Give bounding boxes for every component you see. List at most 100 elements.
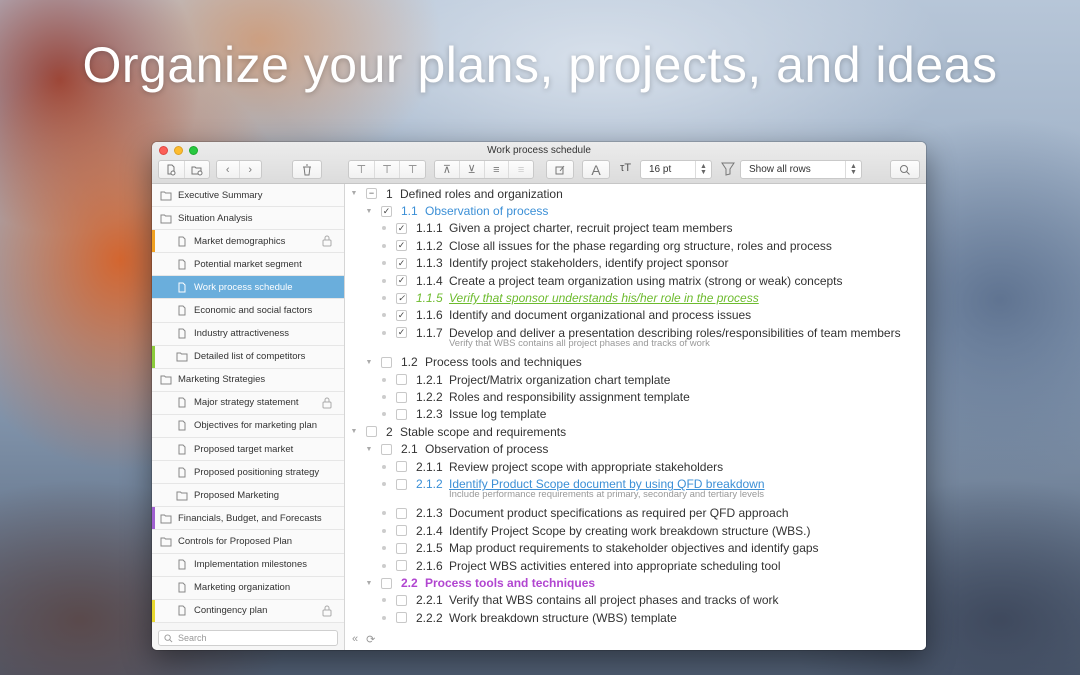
- checkbox[interactable]: [396, 612, 407, 624]
- checkbox[interactable]: [396, 408, 407, 420]
- row-text[interactable]: Defined roles and organization: [400, 187, 563, 201]
- row-text[interactable]: Document product specifications as requi…: [449, 506, 789, 520]
- outline-row[interactable]: 1.2.3 Issue log template: [346, 406, 926, 423]
- row-text[interactable]: Process tools and techniques: [425, 355, 582, 369]
- checkbox[interactable]: ✓: [396, 275, 407, 287]
- outline-row[interactable]: ▼ −1 Defined roles and organization: [346, 185, 926, 202]
- trash-icon[interactable]: [292, 160, 322, 179]
- sidebar-item[interactable]: Market demographics: [152, 230, 344, 254]
- outline-row[interactable]: 2.2.1 Verify that WBS contains all projec…: [346, 592, 926, 609]
- outline-row[interactable]: ✓ 1.1.5 Verify that sponsor understands hi…: [346, 289, 926, 306]
- outline-row[interactable]: ▼ 1.2 Process tools and techniques: [346, 354, 926, 371]
- row-text[interactable]: Process tools and techniques: [425, 576, 595, 590]
- checkbox[interactable]: ✓: [396, 327, 407, 339]
- row-text[interactable]: Verify that WBS contains all project pha…: [449, 593, 778, 607]
- search-icon[interactable]: [890, 160, 920, 179]
- checkbox[interactable]: ✓: [396, 309, 407, 321]
- note-icon[interactable]: [546, 160, 574, 179]
- row-text[interactable]: Identify project stakeholders, identify …: [449, 256, 728, 270]
- sidebar-item[interactable]: Situation Analysis: [152, 207, 344, 231]
- outline-row[interactable]: ▼ 2.2 Process tools and techniques: [346, 574, 926, 591]
- new-document-icon[interactable]: [159, 161, 185, 178]
- checkbox[interactable]: [366, 426, 377, 438]
- row-text[interactable]: Issue log template: [449, 407, 546, 421]
- outline-row[interactable]: ✓ 1.1.6 Identify and document organization…: [346, 307, 926, 324]
- row-text[interactable]: Project/Matrix organization chart templa…: [449, 373, 670, 387]
- sidebar-item[interactable]: Marketing organization: [152, 576, 344, 600]
- checkbox[interactable]: ✓: [396, 257, 407, 269]
- outline-row[interactable]: 2.1.4 Identify Project Scope by creating …: [346, 522, 926, 539]
- row-text[interactable]: Create a project team organization using…: [449, 274, 843, 288]
- checkbox[interactable]: [396, 391, 407, 403]
- lock-icon[interactable]: [322, 397, 332, 409]
- disclosure-triangle-icon[interactable]: ▼: [365, 580, 373, 587]
- font-size-select[interactable]: 16 pt ▲ ▼: [640, 160, 712, 179]
- checkbox[interactable]: [396, 542, 407, 554]
- outline-row[interactable]: ▼ ✓ 1.1 Observation of process: [346, 202, 926, 219]
- disclosure-triangle-icon[interactable]: ▼: [365, 359, 373, 366]
- sidebar-item[interactable]: Controls for Proposed Plan: [152, 530, 344, 554]
- row-text[interactable]: Roles and responsibility assignment temp…: [449, 390, 690, 404]
- sidebar-item[interactable]: Marketing Strategies: [152, 368, 344, 392]
- checkbox[interactable]: ✓: [396, 240, 407, 252]
- outline-row[interactable]: ▼ 2.1 Observation of process: [346, 441, 926, 458]
- back-icon[interactable]: ‹: [217, 161, 240, 178]
- checkbox[interactable]: [396, 560, 407, 572]
- checkbox[interactable]: [396, 525, 407, 537]
- row-text[interactable]: Stable scope and requirements: [400, 425, 566, 439]
- font-icon[interactable]: A: [582, 160, 610, 179]
- refresh-icon[interactable]: ⟳: [366, 633, 375, 646]
- add-parent-icon[interactable]: ⊤: [400, 161, 425, 178]
- outline-row[interactable]: 1.2.1 Project/Matrix organization chart t…: [346, 371, 926, 388]
- checkbox[interactable]: [396, 507, 407, 519]
- new-folder-icon[interactable]: [185, 161, 210, 178]
- sidebar-item[interactable]: Industry attractiveness: [152, 322, 344, 346]
- outline-row[interactable]: 1.2.2 Roles and responsibility assignment…: [346, 388, 926, 405]
- disclosure-triangle-icon[interactable]: ▼: [365, 446, 373, 453]
- outline-row[interactable]: 2.1.5 Map product requirements to stakeho…: [346, 540, 926, 557]
- forward-icon[interactable]: ›: [240, 161, 262, 178]
- disclosure-triangle-icon[interactable]: ▼: [365, 208, 373, 215]
- sidebar-search-input[interactable]: Search: [158, 630, 338, 646]
- outline-row[interactable]: 2.1.6 Project WBS activities entered into…: [346, 557, 926, 574]
- collapse-all-icon[interactable]: «: [352, 633, 358, 646]
- stepper-icon[interactable]: ▲ ▼: [695, 161, 711, 178]
- checkbox[interactable]: [381, 443, 392, 455]
- row-text[interactable]: Observation of process: [425, 442, 548, 456]
- outline-row[interactable]: 2.1.1 Review project scope with appropria…: [346, 458, 926, 475]
- row-text[interactable]: Identify Project Scope by creating work …: [449, 524, 810, 538]
- lock-icon[interactable]: [322, 235, 332, 247]
- sidebar-item[interactable]: Detailed list of competitors: [152, 345, 344, 369]
- row-text[interactable]: Verify that sponsor understands his/her …: [449, 291, 759, 305]
- outline-row[interactable]: 2.1.3 Document product specifications as …: [346, 505, 926, 522]
- row-text[interactable]: Close all issues for the phase regarding…: [449, 239, 832, 253]
- sidebar-item[interactable]: Work process schedule: [152, 276, 344, 300]
- sidebar-item[interactable]: Implementation milestones: [152, 553, 344, 577]
- row-text[interactable]: Map product requirements to stakeholder …: [449, 541, 819, 555]
- row-text[interactable]: Given a project charter, recruit project…: [449, 221, 732, 235]
- checkbox[interactable]: [396, 461, 407, 473]
- outline-row[interactable]: ✓ 1.1.2 Close all issues for the phase reg…: [346, 237, 926, 254]
- disclosure-triangle-icon[interactable]: ▼: [350, 190, 358, 197]
- outline-row[interactable]: ✓ 1.1.1 Given a project charter, recruit p…: [346, 220, 926, 237]
- checkbox[interactable]: [396, 374, 407, 386]
- move-up-icon[interactable]: ⊼: [435, 161, 460, 178]
- checkbox[interactable]: −: [366, 188, 377, 200]
- row-text[interactable]: Project WBS activities entered into appr…: [449, 559, 781, 573]
- sidebar-item[interactable]: Major strategy statement: [152, 391, 344, 415]
- filter-select[interactable]: Show all rows ▲ ▼: [740, 160, 862, 179]
- sidebar-item[interactable]: Contingency plan: [152, 599, 344, 623]
- checkbox[interactable]: [396, 478, 407, 490]
- checkbox[interactable]: [396, 594, 407, 606]
- outline-row[interactable]: ✓ 1.1.3 Identify project stakeholders, ide…: [346, 255, 926, 272]
- outline-row[interactable]: ✓ 1.1.4 Create a project team organization…: [346, 272, 926, 289]
- move-down-icon[interactable]: ⊻: [460, 161, 485, 178]
- row-text[interactable]: Work breakdown structure (WBS) template: [449, 611, 677, 625]
- add-child-icon[interactable]: ⊤: [375, 161, 401, 178]
- indent-icon[interactable]: ≡: [485, 161, 510, 178]
- row-text[interactable]: Observation of process: [425, 204, 548, 218]
- select-arrows-icon[interactable]: ▲ ▼: [845, 161, 861, 178]
- checkbox[interactable]: ✓: [396, 292, 407, 304]
- lock-icon[interactable]: [322, 605, 332, 617]
- sidebar-item[interactable]: Executive Summary: [152, 184, 344, 208]
